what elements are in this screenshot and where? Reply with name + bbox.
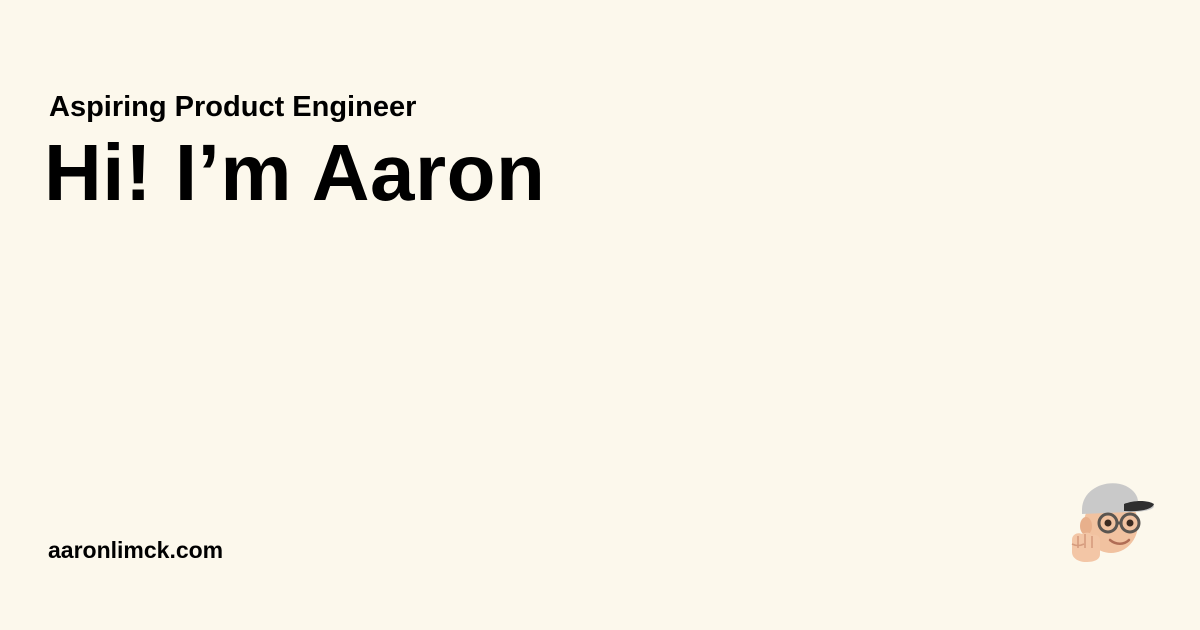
- subtitle: Aspiring Product Engineer: [49, 91, 417, 123]
- site-url: aaronlimck.com: [48, 537, 224, 563]
- page-title: Hi! I’m Aaron: [44, 128, 546, 217]
- og-card: Aspiring Product Engineer Hi! I’m Aaron …: [0, 0, 1200, 630]
- memoji-avatar-icon: [1068, 474, 1160, 564]
